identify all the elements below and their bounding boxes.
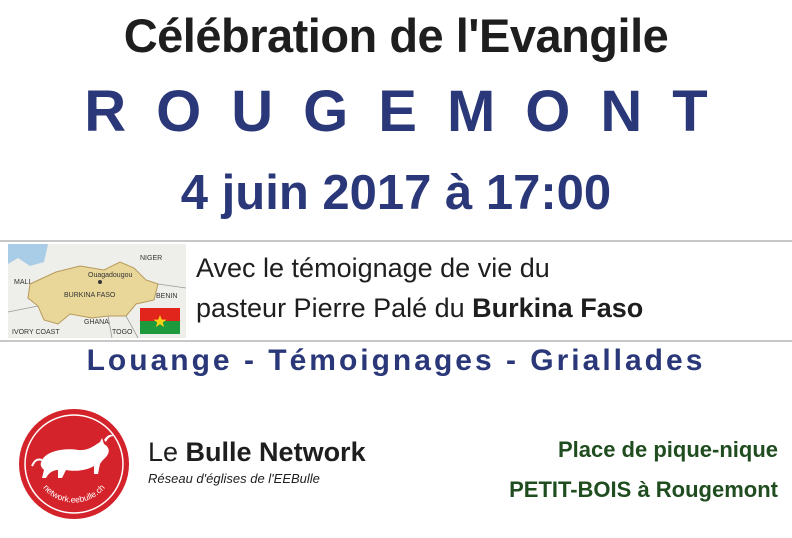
testimony-line-1: Avec le témoignage de vie du [196, 253, 550, 283]
brand-tagline: Réseau d'églises de l'EEBulle [148, 471, 320, 486]
bulle-network-logo: network.eebulle.ch [18, 408, 130, 520]
venue-line-2: PETIT-BOIS à Rougemont [509, 477, 778, 502]
event-datetime: 4 juin 2017 à 17:00 [180, 166, 612, 220]
map-label-ivory-coast: IVORY COAST [12, 329, 60, 336]
brand-name: Le Bulle Network [148, 437, 366, 468]
map-label-niger: NIGER [140, 255, 162, 262]
venue-block: Place de pique-nique PETIT-BOIS à Rougem… [509, 430, 778, 510]
divider-bottom [0, 340, 792, 342]
map-label-ouagadougou: Ouagadougou [88, 272, 132, 279]
brand-name-light: Le [148, 437, 186, 467]
activities-line: Louange - Témoignages - Griallades [86, 344, 706, 377]
map-label-mali: MALI [14, 279, 30, 286]
map-capital-dot [98, 280, 102, 284]
venue-line-1: Place de pique-nique [557, 437, 778, 462]
testimony-line-2-prefix: pasteur Pierre Palé du [196, 293, 473, 323]
testimony-line-2: pasteur Pierre Palé du Burkina Faso [196, 288, 786, 328]
burkina-faso-map: NIGER Ouagadougou MALI BURKINA FASO BENI… [8, 244, 186, 338]
map-label-ghana: GHANA [84, 319, 109, 326]
divider-top [0, 240, 792, 242]
map-label-togo: TOGO [112, 329, 133, 336]
burkina-flag-icon [140, 308, 180, 334]
testimony-country: Burkina Faso [472, 293, 644, 323]
brand-name-bold: Bulle Network [185, 437, 366, 467]
map-graphic: NIGER Ouagadougou MALI BURKINA FASO BENI… [8, 244, 186, 338]
testimony-text: Avec le témoignage de vie du pasteur Pie… [196, 248, 786, 328]
map-label-burkina: BURKINA FASO [64, 292, 116, 299]
event-title: Célébration de l'Evangile [123, 9, 669, 62]
event-town: ROUGEMONT [84, 79, 738, 144]
map-label-benin: BENIN [156, 293, 177, 300]
